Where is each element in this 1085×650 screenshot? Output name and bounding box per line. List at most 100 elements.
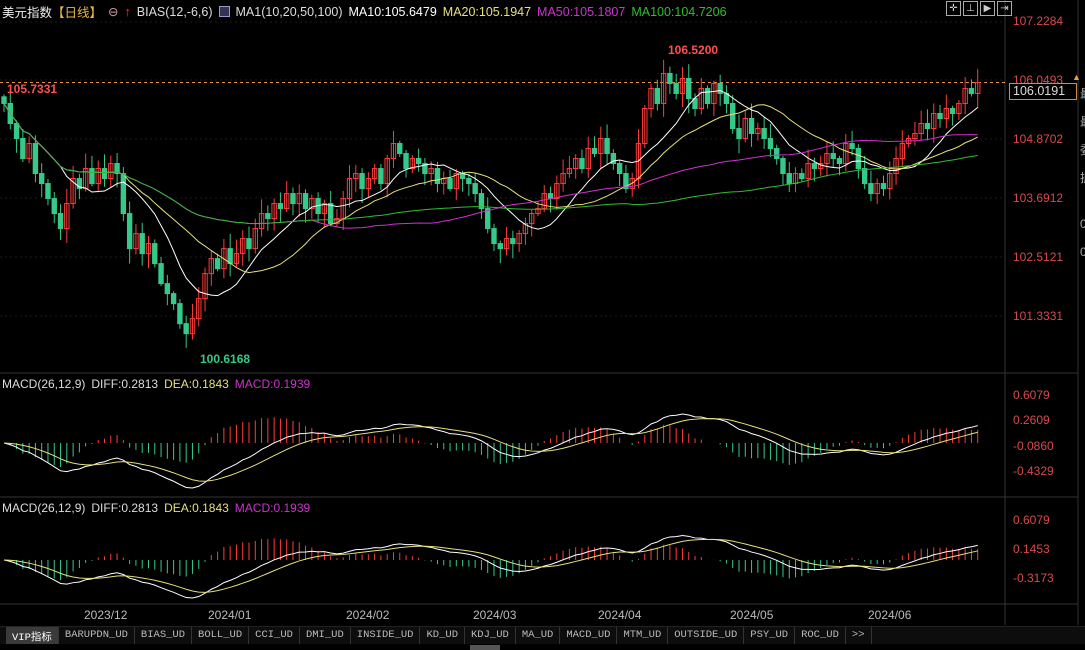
candle-body bbox=[704, 87, 711, 104]
diff-line bbox=[3, 534, 978, 599]
candle-body bbox=[811, 163, 818, 170]
current-price-box: 106.0191 bbox=[1009, 83, 1077, 100]
candle-body bbox=[855, 148, 862, 170]
date-tick: 2024/04 bbox=[598, 608, 642, 622]
ma100-line bbox=[3, 103, 978, 225]
date-tick: 2023/12 bbox=[84, 608, 128, 622]
candle-body bbox=[170, 293, 177, 305]
candle-body bbox=[604, 138, 610, 155]
side-label: 委 bbox=[1080, 136, 1085, 164]
tab-kdj[interactable]: KDJ_UD bbox=[465, 627, 516, 644]
side-label: 0 bbox=[1080, 217, 1085, 231]
price-tick: 104.8702 bbox=[1013, 132, 1064, 146]
candle-body bbox=[968, 87, 975, 94]
side-label: 最 bbox=[1080, 108, 1085, 136]
side-label: 最 bbox=[1080, 80, 1085, 108]
candle-body bbox=[491, 228, 497, 245]
diff-value: DIFF:0.2813 bbox=[91, 501, 159, 515]
candle-body bbox=[485, 208, 491, 230]
candle-body bbox=[1, 96, 7, 104]
candle-body bbox=[686, 77, 692, 99]
ma10-value: MA10:105.6479 bbox=[348, 4, 437, 19]
scroll-handle[interactable] bbox=[470, 645, 500, 650]
candle-body bbox=[51, 198, 57, 215]
price-chart[interactable] bbox=[0, 0, 1085, 650]
tab-ma[interactable]: MA_UD bbox=[516, 627, 561, 644]
dea-line bbox=[3, 538, 978, 593]
macd-tick: -0.4329 bbox=[1013, 464, 1054, 478]
candle-body bbox=[767, 138, 774, 150]
date-tick: 2024/01 bbox=[208, 608, 252, 622]
tab-outside[interactable]: OUTSIDE_UD bbox=[668, 627, 745, 644]
candle-body bbox=[265, 213, 271, 220]
macd-tick: 0.6079 bbox=[1013, 388, 1050, 402]
candle-body bbox=[214, 258, 221, 270]
candle-body bbox=[120, 173, 127, 215]
candle-body bbox=[654, 87, 661, 104]
date-tick: 2024/05 bbox=[730, 608, 774, 622]
tab-kd[interactable]: KD_UD bbox=[420, 627, 465, 644]
candle-body bbox=[472, 183, 478, 195]
candle-body bbox=[164, 283, 171, 295]
candle-body bbox=[415, 158, 422, 165]
candle-body bbox=[861, 168, 868, 185]
price-tick: 103.6912 bbox=[1013, 191, 1064, 205]
settings-icon[interactable]: ⊖ bbox=[108, 4, 118, 19]
tab-dmi[interactable]: DMI_UD bbox=[300, 627, 351, 644]
price-tick: 102.5121 bbox=[1013, 250, 1064, 264]
ma20-value: MA20:105.1947 bbox=[442, 4, 532, 19]
macd-tick: 0.1453 bbox=[1013, 542, 1050, 556]
tab-inside[interactable]: INSIDE_UD bbox=[351, 627, 421, 644]
tab-bias[interactable]: BIAS_UD bbox=[135, 627, 193, 644]
chart-header: 美元指数 【日线】 ⊖ ↑ BIAS(12,-6,6) MA1(10,20,50… bbox=[2, 2, 727, 21]
tab-mtm[interactable]: MTM_UD bbox=[617, 627, 669, 644]
candle-body bbox=[616, 163, 623, 175]
tab-psy[interactable]: PSY_UD bbox=[744, 627, 796, 644]
candle-body bbox=[32, 143, 39, 175]
candle-body bbox=[327, 203, 334, 225]
candle-body bbox=[780, 158, 786, 175]
candle-body bbox=[45, 183, 51, 200]
candle-body bbox=[667, 72, 673, 84]
ma20-line bbox=[3, 103, 978, 274]
candle-body bbox=[730, 102, 736, 130]
ma50-value: MA50:105.1807 bbox=[537, 4, 626, 19]
candle-body bbox=[158, 263, 164, 285]
up-arrow-icon: ↑ bbox=[124, 4, 131, 19]
candle-body bbox=[57, 213, 64, 230]
tab-vip[interactable]: VIP指标 bbox=[6, 627, 59, 644]
candle-body bbox=[579, 158, 585, 170]
candle-body bbox=[849, 143, 855, 150]
tab-macd[interactable]: MACD_UD bbox=[560, 627, 618, 644]
tab-roc[interactable]: ROC_UD bbox=[795, 627, 846, 644]
ma-icon bbox=[218, 6, 230, 17]
tab-more[interactable]: >> bbox=[846, 627, 872, 644]
candle-body bbox=[547, 193, 554, 200]
play-icon[interactable]: ▶ bbox=[980, 1, 995, 16]
candle-body bbox=[13, 122, 20, 140]
candle-body bbox=[868, 183, 874, 195]
candle-body bbox=[761, 128, 767, 140]
candle-body bbox=[924, 122, 931, 130]
expand-icon[interactable]: ⇥ bbox=[997, 1, 1012, 16]
macd1-header: MACD(26,12,9) DIFF:0.2813 DEA:0.1843 MAC… bbox=[2, 377, 310, 391]
candle-body bbox=[38, 173, 45, 185]
candle-body bbox=[397, 143, 403, 155]
tab-cci[interactable]: CCI_UD bbox=[249, 627, 300, 644]
zoom-in-icon[interactable]: ⊥ bbox=[963, 1, 978, 16]
crosshair-icon[interactable]: ✛ bbox=[946, 1, 961, 16]
dea-value: DEA:0.1843 bbox=[164, 501, 229, 515]
candle-body bbox=[227, 248, 233, 265]
candle-body bbox=[510, 238, 516, 245]
tab-boll[interactable]: BOLL_UD bbox=[192, 627, 250, 644]
candle-body bbox=[152, 243, 158, 265]
price-tick: 107.2284 bbox=[1013, 14, 1064, 28]
date-tick: 2024/06 bbox=[868, 608, 912, 622]
indicator-tabs: VIP指标 BARUPDN_UD BIAS_UD BOLL_UD CCI_UD … bbox=[0, 626, 1085, 644]
candle-body bbox=[466, 178, 472, 185]
macd-tick: 0.2609 bbox=[1013, 413, 1050, 427]
tab-barupdn[interactable]: BARUPDN_UD bbox=[59, 627, 135, 644]
period-label[interactable]: 【日线】 bbox=[52, 2, 102, 21]
ma-title: MA1(10,20,50,100) bbox=[235, 4, 343, 19]
candle-body bbox=[447, 178, 453, 190]
